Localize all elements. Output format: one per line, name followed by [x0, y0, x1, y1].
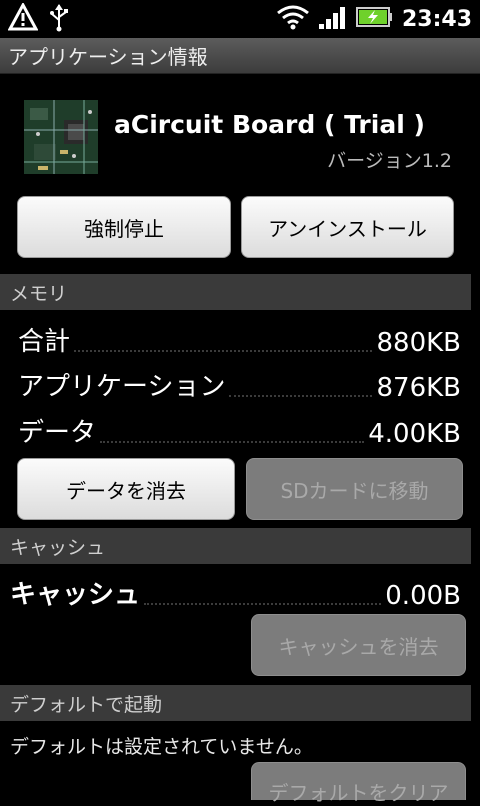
defaults-section-header: デフォルトで起動	[0, 685, 471, 721]
memory-header-label: メモリ	[10, 282, 68, 305]
memory-row-label: 合計	[18, 327, 71, 357]
force-stop-button[interactable]: 強制停止	[17, 196, 231, 258]
memory-row-label: データ	[18, 418, 97, 448]
clear-cache-button[interactable]: キャッシュを消去	[251, 614, 466, 676]
app-name: aCircuit Board ( Trial )	[114, 110, 425, 139]
defaults-header-label: デフォルトで起動	[10, 693, 163, 716]
battery-charging-icon	[355, 5, 394, 33]
cache-row-value: 0.00B	[385, 581, 461, 611]
force-stop-label: 強制停止	[84, 216, 164, 241]
memory-row-value: 4.00KB	[368, 419, 461, 449]
clear-defaults-button[interactable]: デフォルトをクリア	[251, 762, 466, 805]
clear-cache-label: キャッシュを消去	[278, 634, 439, 659]
cache-section-header: キャッシュ	[0, 528, 471, 564]
uninstall-button[interactable]: アンインストール	[241, 196, 454, 258]
move-to-sd-label: SDカードに移動	[280, 478, 429, 503]
move-to-sd-button[interactable]: SDカードに移動	[246, 458, 463, 520]
uninstall-label: アンインストール	[268, 216, 427, 241]
cache-row-label: キャッシュ	[10, 580, 141, 610]
memory-data-row: データ 4.00KB	[18, 413, 461, 449]
status-time: 23:43	[401, 6, 472, 32]
title-bar: アプリケーション情報	[0, 38, 480, 74]
memory-row-label: アプリケーション	[18, 372, 226, 402]
memory-application-row: アプリケーション 876KB	[18, 367, 461, 403]
clear-data-button[interactable]: データを消去	[17, 458, 235, 520]
app-version: バージョン1.2	[327, 150, 452, 172]
memory-total-row: 合計 880KB	[18, 322, 461, 358]
wifi-icon	[276, 4, 310, 34]
page-title: アプリケーション情報	[8, 45, 208, 69]
cache-row: キャッシュ 0.00B	[10, 575, 461, 611]
dotted-leader	[74, 350, 373, 352]
clear-defaults-label: デフォルトをクリア	[268, 781, 449, 805]
signal-icon	[318, 4, 348, 34]
defaults-status-text: デフォルトは設定されていません。	[10, 736, 313, 758]
memory-row-value: 876KB	[376, 373, 461, 403]
dotted-leader	[144, 603, 382, 605]
status-bar: 23:43	[0, 0, 480, 38]
clear-data-label: データを消去	[66, 478, 186, 503]
circuit-board-app-icon	[24, 100, 98, 174]
memory-section-header: メモリ	[0, 274, 471, 310]
dotted-leader	[100, 441, 365, 443]
dotted-leader	[229, 395, 373, 397]
usb-icon	[48, 2, 70, 36]
warning-icon	[7, 1, 39, 35]
cache-header-label: キャッシュ	[10, 536, 106, 559]
memory-row-value: 880KB	[376, 328, 461, 358]
